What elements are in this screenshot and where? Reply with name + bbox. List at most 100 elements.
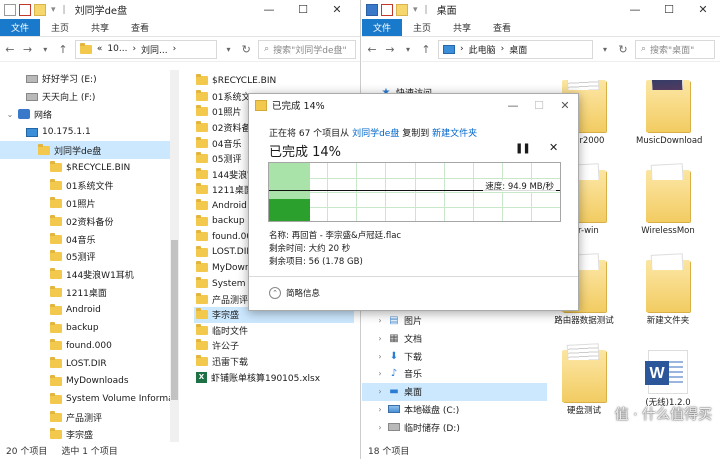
up-arrow-icon[interactable]: ↑ <box>57 43 69 56</box>
desktop-item[interactable]: MusicDownload <box>636 80 702 147</box>
refresh-icon[interactable]: ↻ <box>617 43 629 56</box>
refresh-icon[interactable]: ↻ <box>240 43 252 56</box>
fewer-details-toggle[interactable]: ⌃ 简略信息 <box>269 287 320 299</box>
desktop-icon[interactable] <box>366 3 378 16</box>
chevron-right-icon[interactable]: › <box>376 352 384 361</box>
file-list-item[interactable]: 许公子 <box>194 338 354 354</box>
minimize-icon[interactable]: — <box>252 0 286 19</box>
tree-item[interactable]: found.000 <box>0 337 170 355</box>
tab-view[interactable]: 查看 <box>120 19 160 36</box>
desktop-item[interactable]: 硬盘测试 <box>552 350 616 417</box>
chevron-down-icon[interactable]: ⌄ <box>6 110 14 119</box>
address-dropdown-icon[interactable]: ▾ <box>223 45 235 54</box>
address-dropdown-icon[interactable]: ▾ <box>599 45 611 54</box>
new-folder-icon[interactable] <box>34 3 46 16</box>
tree-item[interactable]: › ▬ 桌面 <box>362 382 547 401</box>
search-input[interactable]: ⌕ 搜索"刘同学de盘" <box>258 39 357 59</box>
close-icon[interactable]: ✕ <box>552 94 578 116</box>
tree-item[interactable]: › 本地磁盘 (C:) <box>362 401 547 419</box>
tree-item[interactable]: backup <box>0 319 170 337</box>
tree-item[interactable]: 天天向上 (F:) <box>0 88 170 106</box>
forward-arrow-icon[interactable]: → <box>22 43 34 56</box>
properties-icon[interactable] <box>4 3 16 16</box>
file-list-item[interactable]: 临时文件 <box>194 323 354 339</box>
forward-arrow-icon[interactable]: → <box>384 43 396 56</box>
tree-item[interactable]: 10.175.1.1 <box>0 123 170 141</box>
minimize-icon[interactable]: — <box>500 94 526 116</box>
tab-share[interactable]: 共享 <box>80 19 120 36</box>
tree-item[interactable]: ⌄ 网络 <box>0 106 170 124</box>
tree-item[interactable]: › ⬇ 下载 <box>362 347 547 365</box>
tree-item[interactable]: 02资料备份 <box>0 212 170 230</box>
destination-link[interactable]: 新建文件夹 <box>432 129 477 139</box>
tree-item[interactable]: › ♪ 音乐 <box>362 365 547 383</box>
tree-item[interactable]: 05测评 <box>0 248 170 266</box>
tree-item[interactable]: LOST.DIR <box>0 355 170 373</box>
back-arrow-icon[interactable]: ← <box>4 43 16 56</box>
close-icon[interactable]: ✕ <box>320 0 354 19</box>
address-bar[interactable]: › 此电脑 › 桌面 <box>438 39 593 59</box>
close-icon[interactable]: ✕ <box>686 0 720 19</box>
file-list-item[interactable]: X 虾铺账单核算190105.xlsx <box>194 369 354 385</box>
file-list-item[interactable]: 迅雷下载 <box>194 354 354 370</box>
tree-item[interactable]: 刘同学de盘 <box>0 141 170 159</box>
tab-file[interactable]: 文件 <box>362 19 403 36</box>
breadcrumb-overflow-icon[interactable]: « <box>97 44 103 54</box>
chevron-right-icon[interactable]: › <box>376 369 384 378</box>
maximize-icon[interactable]: ☐ <box>286 0 320 19</box>
tree-item[interactable]: 李宗盛 <box>0 426 170 442</box>
chevron-right-icon[interactable]: › <box>376 387 384 396</box>
maximize-icon[interactable]: ☐ <box>526 94 552 116</box>
checkmark-icon[interactable] <box>381 3 393 16</box>
chevron-right-icon[interactable]: › <box>376 334 384 343</box>
tree-item[interactable]: 144斐浪W1耳机 <box>0 266 170 284</box>
minimize-icon[interactable]: — <box>618 0 652 19</box>
tab-file[interactable]: 文件 <box>0 19 41 36</box>
checkmark-icon[interactable] <box>19 3 31 16</box>
quick-access-dropdown-icon[interactable]: ▾ <box>51 5 56 15</box>
tree-item[interactable]: › 临时储存 (D:) <box>362 418 547 436</box>
recent-dropdown-icon[interactable]: ▾ <box>39 45 51 54</box>
tree-item[interactable]: 1211桌面 <box>0 284 170 302</box>
source-link[interactable]: 刘同学de盘 <box>352 129 399 139</box>
desktop-item[interactable]: WirelessMon <box>636 170 700 237</box>
tree-item[interactable]: 04音乐 <box>0 230 170 248</box>
tree-item[interactable]: MyDownloads <box>0 373 170 391</box>
breadcrumb-item[interactable]: 刘同... <box>141 43 168 56</box>
tree-item[interactable]: System Volume Information <box>0 390 170 408</box>
tree-item[interactable]: › ▤ 图片 <box>362 312 547 330</box>
pause-button[interactable]: ❚❚ <box>515 143 531 154</box>
breadcrumb-item[interactable]: 此电脑 <box>469 43 496 56</box>
address-bar[interactable]: « 10... › 刘同... › <box>74 39 217 59</box>
tree-item[interactable]: 01系统文件 <box>0 177 170 195</box>
tree-scrollbar[interactable] <box>170 70 179 442</box>
chevron-right-icon[interactable]: › <box>376 423 384 432</box>
search-input[interactable]: ⌕ 搜索"桌面" <box>635 39 715 59</box>
quick-access-dropdown-icon[interactable]: ▾ <box>413 5 418 15</box>
tree-item[interactable]: Android <box>0 301 170 319</box>
new-folder-icon[interactable] <box>396 3 408 16</box>
speed-label: 速度: 94.9 MB/秒 <box>483 180 556 192</box>
cancel-button[interactable]: ✕ <box>549 141 558 154</box>
recent-dropdown-icon[interactable]: ▾ <box>402 45 414 54</box>
tree-item[interactable]: 产品测评 <box>0 408 170 426</box>
tree-item[interactable]: $RECYCLE.BIN <box>0 159 170 177</box>
tab-view[interactable]: 查看 <box>482 19 522 36</box>
desktop-item[interactable]: 新建文件夹 <box>636 260 700 327</box>
tab-share[interactable]: 共享 <box>442 19 482 36</box>
breadcrumb-item[interactable]: 桌面 <box>509 43 527 56</box>
file-list-item[interactable]: $RECYCLE.BIN <box>194 73 354 89</box>
back-arrow-icon[interactable]: ← <box>366 43 378 56</box>
tree-item[interactable]: 01照片 <box>0 195 170 213</box>
folder-icon <box>646 260 690 312</box>
chevron-right-icon[interactable]: › <box>376 405 384 414</box>
breadcrumb-item[interactable]: 10... <box>107 44 127 54</box>
chevron-right-icon[interactable]: › <box>376 316 384 325</box>
desktop-item[interactable]: W (无线)1.2.0 <box>636 350 700 409</box>
tab-home[interactable]: 主页 <box>40 19 80 36</box>
up-arrow-icon[interactable]: ↑ <box>420 43 432 56</box>
tree-item[interactable]: › ▦ 文档 <box>362 329 547 347</box>
maximize-icon[interactable]: ☐ <box>652 0 686 19</box>
tab-home[interactable]: 主页 <box>402 19 442 36</box>
tree-item[interactable]: 好好学习 (E:) <box>0 70 170 88</box>
